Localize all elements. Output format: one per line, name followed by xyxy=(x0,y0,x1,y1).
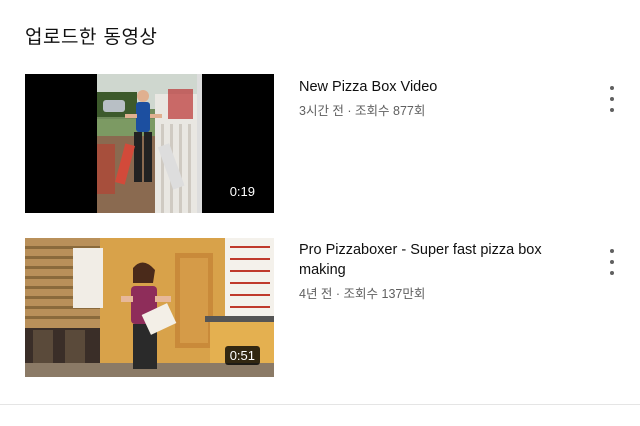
video-meta: 3시간 전 · 조회수 877회 xyxy=(299,104,426,118)
video-title[interactable]: Pro Pizzaboxer - Super fast pizza box ma… xyxy=(299,240,569,280)
more-options-icon[interactable] xyxy=(602,249,622,275)
video-item[interactable]: 0:51 Pro Pizzaboxer - Super fast pizza b… xyxy=(0,238,640,378)
video-duration: 0:19 xyxy=(224,182,260,201)
section-divider xyxy=(0,404,640,405)
video-meta: 4년 전 · 조회수 137만회 xyxy=(299,287,426,301)
video-item[interactable]: 0:19 New Pizza Box Video 3시간 전 · 조회수 877… xyxy=(0,74,640,214)
video-info: New Pizza Box Video 3시간 전 · 조회수 877회 xyxy=(299,77,569,119)
more-options-icon[interactable] xyxy=(602,86,622,112)
section-title: 업로드한 동영상 xyxy=(25,26,158,48)
video-duration: 0:51 xyxy=(224,346,260,365)
video-thumbnail[interactable]: 0:51 xyxy=(25,238,274,377)
video-title[interactable]: New Pizza Box Video xyxy=(299,77,569,97)
video-info: Pro Pizzaboxer - Super fast pizza box ma… xyxy=(299,240,569,302)
video-thumbnail[interactable]: 0:19 xyxy=(25,74,274,213)
